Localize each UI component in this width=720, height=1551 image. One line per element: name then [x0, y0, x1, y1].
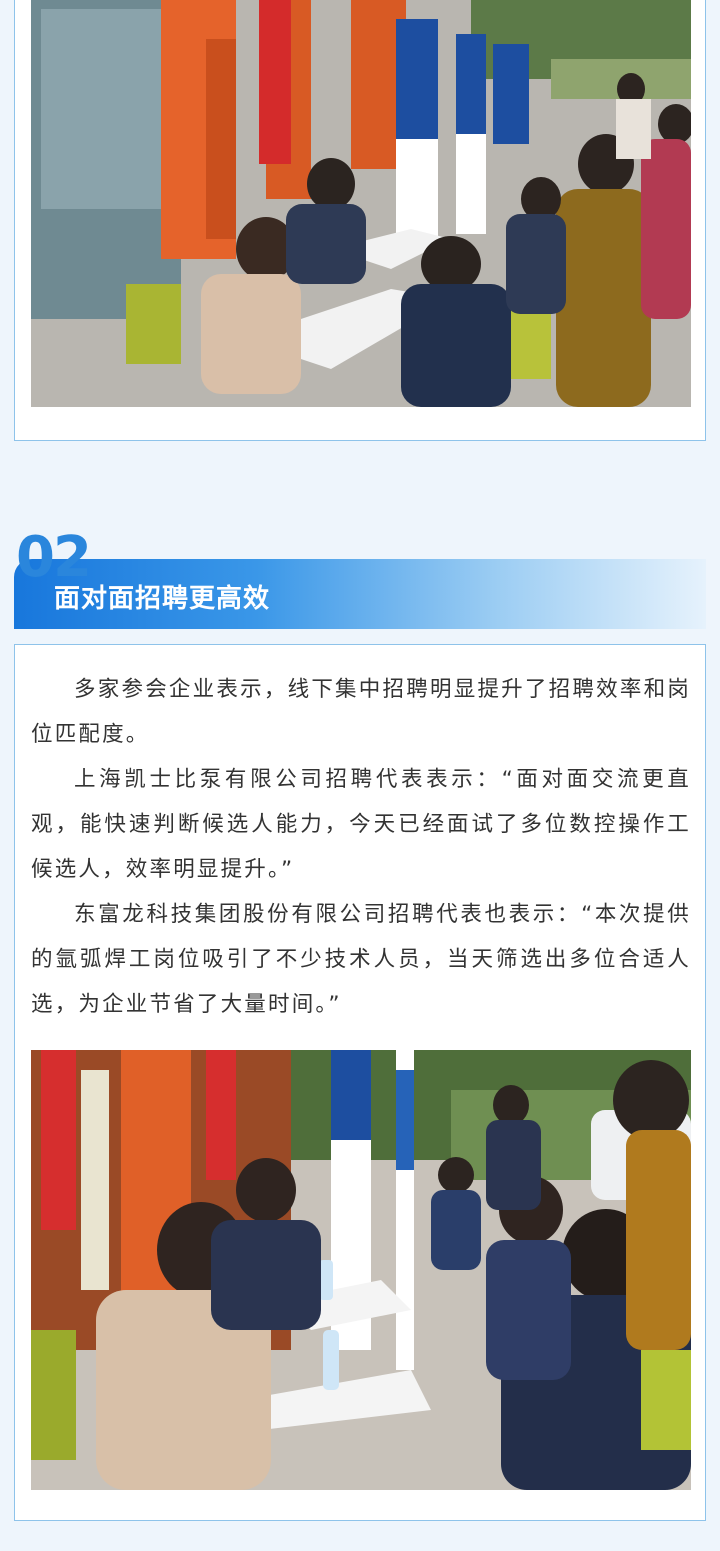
paragraph: 上海凯士比泵有限公司招聘代表表示：“面对面交流更直观，能快速判断候选人能力，今天… — [31, 767, 691, 882]
job-fair-photo-street — [31, 0, 691, 407]
photo-card-top — [14, 0, 706, 441]
article-body: 多家参会企业表示，线下集中招聘明显提升了招聘效率和岗位匹配度。 上海凯士比泵有限… — [31, 667, 691, 1027]
paragraph: 多家参会企业表示，线下集中招聘明显提升了招聘效率和岗位匹配度。 — [31, 677, 691, 747]
paragraph: 东富龙科技集团股份有限公司招聘代表也表示：“本次提供的氩弧焊工岗位吸引了不少技术… — [31, 902, 691, 1017]
section-title: 面对面招聘更高效 — [54, 584, 271, 614]
section-header: 02 面对面招聘更高效 — [14, 530, 706, 630]
article-card: 多家参会企业表示，线下集中招聘明显提升了招聘效率和岗位匹配度。 上海凯士比泵有限… — [14, 644, 706, 1521]
job-fair-photo-interview — [31, 1050, 691, 1490]
